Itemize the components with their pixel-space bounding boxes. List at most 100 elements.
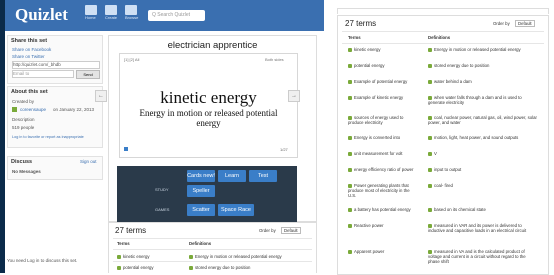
star-icon[interactable] [117, 254, 121, 259]
definition-cell: Energy in motion or released potential e… [434, 47, 521, 52]
creator-link[interactable]: coreensaupe [20, 107, 46, 112]
table-row: kinetic energy [348, 47, 418, 52]
share-title: Share this set [11, 38, 48, 44]
share-facebook-link[interactable]: Share on Facebook [12, 47, 51, 52]
terms-list-page: 27 terms Order by Default Terms Definiti… [337, 8, 554, 275]
sign-out-link[interactable]: Sign out [80, 159, 97, 164]
star-icon[interactable] [348, 95, 352, 100]
table-row: energy efficiency ratio of power [348, 167, 418, 172]
term-cell: potential energy [354, 63, 385, 68]
definition-cell: based on its chemical state [434, 207, 486, 212]
table-row: a battery has potential energy [348, 207, 418, 212]
term-cell: unit measurement for volt [354, 151, 403, 156]
star-icon[interactable] [348, 135, 352, 140]
star-icon[interactable] [428, 63, 432, 68]
table-row: Energy in motion or released potential e… [189, 254, 282, 259]
description-value: 519 people [12, 125, 35, 130]
discuss-login-note[interactable]: You need Log in to discuss this set. [7, 258, 77, 263]
table-row: water behind a dam [428, 79, 538, 84]
divider [113, 249, 312, 250]
scatter-button[interactable]: Scatter [187, 204, 215, 216]
nav-create[interactable]: Create [105, 5, 117, 20]
star-icon[interactable] [428, 79, 432, 84]
star-icon[interactable] [348, 167, 352, 172]
term-cell: Apparent power [354, 249, 385, 254]
share-url-field[interactable]: http://quizlet.com/_bhdb [12, 61, 100, 69]
star-icon[interactable] [348, 207, 352, 212]
term-cell: kinetic energy [123, 254, 150, 259]
share-panel: Share this set Share on Facebook Share o… [7, 35, 103, 84]
definition-cell: coal- fired [434, 183, 453, 188]
star-icon[interactable] [348, 47, 352, 52]
order-by-select[interactable]: Default [515, 20, 535, 27]
search-input[interactable]: Q Search Quizlet [148, 10, 205, 21]
table-row: kinetic energy [117, 254, 150, 259]
star-icon[interactable] [348, 249, 352, 254]
send-button[interactable]: Send [76, 70, 100, 79]
definition-cell: Energy in motion or released potential e… [195, 254, 282, 259]
definition-cell: when water falls through a dam and is us… [428, 95, 522, 105]
test-button[interactable]: Test [249, 170, 277, 182]
star-icon[interactable] [428, 135, 432, 140]
learn-button[interactable]: Learn [218, 170, 246, 182]
next-card-button[interactable]: → [288, 90, 300, 102]
table-row: when water falls through a dam and is us… [428, 95, 538, 105]
star-icon[interactable] [348, 151, 352, 156]
set-main-panel: electrician apprentice [1] [2] All Both … [95, 35, 317, 233]
login-favorite-note[interactable]: Log in to favorite or report as inapprop… [12, 135, 84, 139]
star-icon[interactable] [428, 151, 432, 156]
definition-cell: stored energy due to position [195, 265, 251, 270]
quizlet-logo[interactable]: Quizlet [15, 5, 68, 25]
terms-table-left: 27 terms Order by Default Terms Definiti… [108, 222, 317, 273]
star-icon[interactable] [428, 183, 432, 188]
term-cell: Example of potential energy [354, 79, 408, 84]
both-sides-toggle[interactable]: Both sides [265, 57, 284, 62]
star-icon[interactable] [428, 207, 432, 212]
star-icon[interactable] [428, 167, 432, 172]
definition-cell: measured in VAR and its power is deliver… [428, 223, 527, 233]
table-row: unit measurement for volt [348, 151, 418, 156]
nav-home[interactable]: Home [85, 5, 97, 20]
star-icon[interactable] [348, 63, 352, 68]
browse-icon [125, 5, 137, 15]
nav-browse[interactable]: Browse [125, 5, 138, 20]
star-icon[interactable] [428, 47, 432, 52]
star-icon[interactable] [348, 223, 352, 228]
share-twitter-link[interactable]: Share on Twitter [12, 54, 45, 59]
star-icon[interactable] [348, 79, 352, 84]
star-icon[interactable] [189, 254, 193, 259]
term-cell: Example of kinetic energy [354, 95, 404, 100]
term-cell: potential energy [123, 265, 154, 270]
quizlet-set-page: Quizlet Home Create Browse Q Search Quiz… [0, 0, 324, 273]
order-by-select[interactable]: Default [281, 227, 301, 234]
speller-button[interactable]: Speller [187, 185, 215, 197]
space-race-button[interactable]: Space Race [218, 204, 254, 216]
rows-container: kinetic energy Energy in motion or relea… [338, 47, 548, 274]
window-edge [0, 0, 5, 273]
divider [342, 43, 544, 44]
star-icon[interactable] [189, 265, 193, 270]
card-counter: 1/27 [280, 147, 288, 152]
panel-top-edge [337, 8, 549, 14]
flashcard-term: kinetic energy [160, 88, 257, 107]
create-icon [105, 5, 117, 15]
table-row: Apparent power [348, 249, 418, 254]
definition-cell: measured in VA and is the calculated pro… [428, 249, 526, 264]
table-row: Energy in motion or released potential e… [428, 47, 538, 52]
email-field[interactable]: Email to [12, 70, 74, 78]
divider [113, 261, 312, 262]
description-label: Description [12, 117, 35, 122]
table-row: potential energy [117, 265, 154, 270]
card-side-controls[interactable]: [1] [2] All [124, 57, 139, 62]
term-cell: energy efficiency ratio of power [354, 167, 414, 172]
table-row: Reactive power [348, 223, 418, 228]
flashcard[interactable]: [1] [2] All Both sides kinetic energy En… [119, 53, 298, 158]
cards-button[interactable]: Cards new! [187, 170, 215, 182]
table-row: measured in VA and is the calculated pro… [428, 249, 538, 264]
definition-cell: input to output [434, 167, 462, 172]
nav-browse-label: Browse [125, 15, 139, 20]
prev-card-button[interactable]: ← [95, 90, 107, 102]
star-icon[interactable] [117, 265, 121, 270]
table-row: based on its chemical state [428, 207, 538, 212]
table-row: sources of energy used to produce electr… [348, 115, 418, 125]
